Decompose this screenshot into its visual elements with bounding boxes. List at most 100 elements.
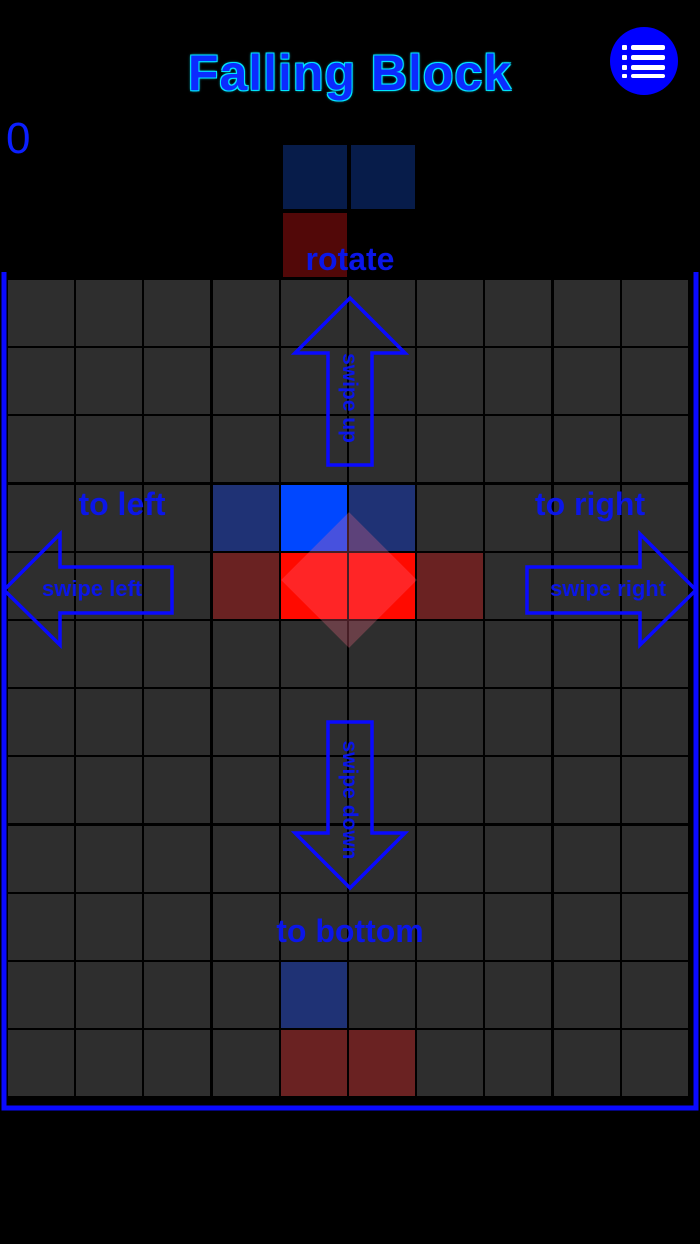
board-cell xyxy=(621,962,688,1028)
board-cell xyxy=(417,825,484,892)
board-cell xyxy=(76,962,143,1028)
board-cell xyxy=(485,689,552,756)
board-cell xyxy=(280,621,347,687)
board-cell xyxy=(8,552,74,619)
score-display: 0 xyxy=(6,114,31,163)
board-cell xyxy=(76,825,143,892)
board-cell xyxy=(349,348,415,415)
board-cell xyxy=(280,825,347,892)
next-piece-block xyxy=(283,213,347,277)
board-cell xyxy=(76,689,143,756)
board-cell xyxy=(349,621,415,687)
rotation-ghost-block xyxy=(212,552,279,619)
board-cell xyxy=(8,757,74,824)
rotation-ghost-block xyxy=(349,484,415,551)
board-cell xyxy=(212,416,279,483)
board-cell xyxy=(553,484,620,551)
board-cell xyxy=(280,416,347,483)
board-cell xyxy=(8,484,74,551)
board-cell xyxy=(8,893,74,960)
board-cell xyxy=(621,552,688,619)
board-cell xyxy=(76,348,143,415)
board-cell xyxy=(553,757,620,824)
board-cell xyxy=(553,552,620,619)
board-cell xyxy=(76,1030,143,1097)
next-piece-block xyxy=(283,145,347,209)
board-cell xyxy=(417,689,484,756)
board-cell xyxy=(417,348,484,415)
board-cell xyxy=(485,621,552,687)
board-cell xyxy=(485,962,552,1028)
board-cell xyxy=(417,893,484,960)
board-cell xyxy=(8,689,74,756)
board-cell xyxy=(553,825,620,892)
board-cell xyxy=(485,825,552,892)
board-cell xyxy=(349,416,415,483)
board-cell xyxy=(212,962,279,1028)
board-cell xyxy=(485,348,552,415)
board-cell xyxy=(621,689,688,756)
board-cell xyxy=(417,757,484,824)
landing-preview-block xyxy=(349,1030,415,1097)
board-cell xyxy=(553,416,620,483)
board-cell xyxy=(553,893,620,960)
board-cell xyxy=(349,757,415,824)
board-cell xyxy=(212,621,279,687)
board-cell xyxy=(485,416,552,483)
board-cell xyxy=(212,757,279,824)
board-cell xyxy=(76,416,143,483)
board-cell xyxy=(349,962,415,1028)
board-cell xyxy=(553,689,620,756)
board-cell xyxy=(485,893,552,960)
board-cell xyxy=(280,689,347,756)
board-cell xyxy=(349,893,415,960)
board-cell xyxy=(621,621,688,687)
board-cell xyxy=(553,962,620,1028)
board-cell xyxy=(212,893,279,960)
board-cell xyxy=(485,1030,552,1097)
board-cell xyxy=(144,893,211,960)
board-cell xyxy=(349,280,415,346)
board-cell xyxy=(144,962,211,1028)
board-cell xyxy=(144,689,211,756)
landing-preview-block xyxy=(280,962,347,1028)
board-cell xyxy=(621,348,688,415)
board-cell xyxy=(144,621,211,687)
board-cell xyxy=(76,893,143,960)
board-cell xyxy=(280,348,347,415)
board-cell xyxy=(280,757,347,824)
board-cell xyxy=(280,280,347,346)
board-cell xyxy=(144,1030,211,1097)
board-cell xyxy=(8,348,74,415)
board-cell xyxy=(144,416,211,483)
board-cell xyxy=(76,280,143,346)
active-block xyxy=(280,552,347,619)
board-cell xyxy=(553,1030,620,1097)
board-cell xyxy=(485,757,552,824)
board-cell xyxy=(621,893,688,960)
board-cell xyxy=(621,484,688,551)
board-cell xyxy=(417,280,484,346)
board-cell xyxy=(621,416,688,483)
board-cell xyxy=(621,1030,688,1097)
board-cell xyxy=(553,280,620,346)
board-cell xyxy=(485,552,552,619)
board-cell xyxy=(417,962,484,1028)
board-cell xyxy=(8,416,74,483)
board-cell xyxy=(417,621,484,687)
board-cell xyxy=(144,484,211,551)
list-menu-icon xyxy=(622,45,665,78)
next-piece-block xyxy=(351,145,415,209)
board-cell xyxy=(76,621,143,687)
board-cell xyxy=(76,552,143,619)
board-cell xyxy=(76,757,143,824)
active-block xyxy=(349,552,415,619)
board-cell xyxy=(621,825,688,892)
board-cell xyxy=(144,280,211,346)
board-cell xyxy=(8,825,74,892)
menu-button[interactable] xyxy=(610,27,678,95)
board-cell xyxy=(553,348,620,415)
board-cell xyxy=(621,757,688,824)
board-cell xyxy=(417,416,484,483)
board-cell xyxy=(349,689,415,756)
